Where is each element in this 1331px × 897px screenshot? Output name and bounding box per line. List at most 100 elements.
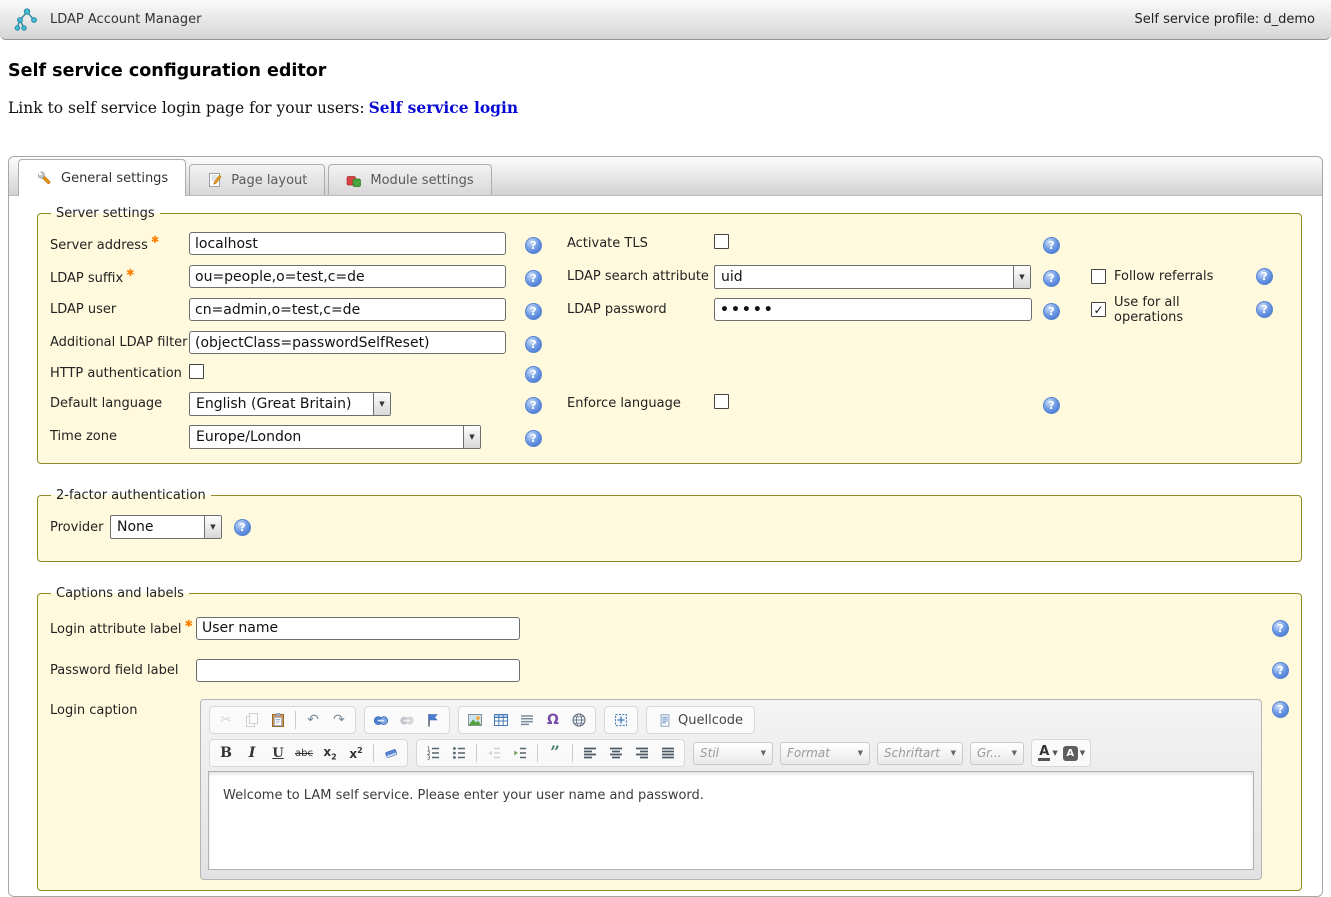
help-icon[interactable]: ?: [525, 430, 542, 447]
italic-button[interactable]: I: [239, 741, 265, 765]
row-server-address: Server address✱ ? Activate TLS ?: [50, 227, 1289, 260]
required-marker: ✱: [126, 268, 134, 279]
maximize-button[interactable]: [608, 708, 634, 732]
help-icon[interactable]: ?: [525, 336, 542, 353]
login-link-text: Link to self service login page for your…: [8, 99, 365, 117]
text-color-button[interactable]: A▼: [1035, 741, 1061, 765]
ldap-suffix-input[interactable]: [189, 265, 506, 288]
special-character-button[interactable]: Ω: [540, 708, 566, 732]
help-icon[interactable]: ?: [1256, 268, 1273, 285]
editor-content-area[interactable]: Welcome to LAM self service. Please ente…: [208, 771, 1254, 870]
dropdown-arrow-icon: ▼: [373, 393, 390, 415]
help-icon[interactable]: ?: [525, 366, 542, 383]
insert-link-button[interactable]: [368, 708, 394, 732]
page-edit-icon: [207, 172, 223, 188]
ldap-user-input[interactable]: [189, 298, 506, 321]
source-code-button[interactable]: Quellcode: [650, 708, 751, 732]
activate-tls-checkbox[interactable]: [714, 234, 729, 249]
time-zone-select[interactable]: Europe/London▼: [189, 425, 481, 449]
login-caption-text: Welcome to LAM self service. Please ente…: [223, 788, 1253, 803]
enforce-language-checkbox[interactable]: [714, 394, 729, 409]
ldap-search-attribute-select[interactable]: uid▼: [714, 265, 1031, 289]
server-address-input[interactable]: [189, 232, 506, 255]
captions-legend: Captions and labels: [51, 586, 189, 601]
anchor-button[interactable]: [420, 708, 446, 732]
help-icon[interactable]: ?: [1272, 662, 1289, 679]
http-authentication-label: HTTP authentication: [50, 366, 189, 381]
provider-select[interactable]: None▼: [110, 515, 222, 539]
remove-link-button[interactable]: [394, 708, 420, 732]
insert-table-button[interactable]: [488, 708, 514, 732]
font-combo[interactable]: Schriftart▼: [877, 742, 963, 765]
help-icon[interactable]: ?: [1272, 701, 1289, 718]
background-color-button[interactable]: A▼: [1061, 741, 1087, 765]
copy-button[interactable]: [239, 708, 265, 732]
self-service-login-link[interactable]: Self service login: [369, 98, 519, 117]
top-bar: LDAP Account Manager Self service profil…: [0, 0, 1331, 40]
help-icon[interactable]: ?: [1043, 270, 1060, 287]
numbered-list-button[interactable]: 123: [420, 741, 446, 765]
numbered-list-icon: 123: [425, 745, 441, 761]
tab-general-settings[interactable]: General settings: [18, 159, 186, 196]
superscript-button[interactable]: x2: [343, 741, 369, 765]
help-icon[interactable]: ?: [525, 270, 542, 287]
iframe-button[interactable]: [566, 708, 592, 732]
use-for-all-operations-checkbox[interactable]: ✓: [1091, 302, 1106, 317]
help-icon[interactable]: ?: [1043, 237, 1060, 254]
remove-format-button[interactable]: [378, 741, 404, 765]
dropdown-arrow-icon: ▼: [204, 516, 221, 538]
align-right-button[interactable]: [629, 741, 655, 765]
help-icon[interactable]: ?: [525, 237, 542, 254]
bulleted-list-button[interactable]: [446, 741, 472, 765]
decrease-indent-button[interactable]: [481, 741, 507, 765]
login-caption-label: Login caption: [50, 699, 196, 718]
underline-button[interactable]: U: [265, 741, 291, 765]
page-title: Self service configuration editor: [8, 61, 1331, 81]
align-justify-button[interactable]: [655, 741, 681, 765]
server-settings-legend: Server settings: [51, 206, 160, 221]
ldap-search-attribute-label: LDAP search attribute: [567, 269, 714, 284]
undo-button[interactable]: ↶: [300, 708, 326, 732]
align-left-button[interactable]: [577, 741, 603, 765]
help-icon[interactable]: ?: [525, 303, 542, 320]
row-default-language: Default language English (Great Britain)…: [50, 387, 1289, 420]
align-justify-icon: [660, 745, 676, 761]
additional-ldap-filter-input[interactable]: [189, 331, 506, 354]
redo-button[interactable]: ↷: [326, 708, 352, 732]
ldap-password-input[interactable]: [714, 298, 1032, 321]
format-combo[interactable]: Format▼: [780, 742, 870, 765]
font-size-combo-label: Gr...: [977, 746, 1002, 760]
tab-bar: General settings Page layout Module sett…: [9, 157, 1322, 196]
subscript-button[interactable]: x2: [317, 741, 343, 765]
bulleted-list-icon: [451, 745, 467, 761]
default-language-select[interactable]: English (Great Britain)▼: [189, 392, 391, 416]
help-icon[interactable]: ?: [1272, 620, 1289, 637]
paste-button[interactable]: [265, 708, 291, 732]
bold-button[interactable]: B: [213, 741, 239, 765]
strikethrough-button[interactable]: abc: [291, 741, 317, 765]
cut-button[interactable]: ✂: [213, 708, 239, 732]
tab-module-settings[interactable]: Module settings: [328, 164, 491, 195]
increase-indent-button[interactable]: [507, 741, 533, 765]
password-field-label-input[interactable]: [196, 659, 520, 682]
http-authentication-checkbox[interactable]: [189, 364, 204, 379]
align-center-button[interactable]: [603, 741, 629, 765]
required-marker: ✱: [184, 619, 192, 630]
tab-page-layout[interactable]: Page layout: [189, 164, 325, 195]
styles-combo[interactable]: Stil▼: [693, 742, 773, 765]
help-icon[interactable]: ?: [1043, 397, 1060, 414]
dropdown-arrow-icon: ▼: [463, 426, 480, 448]
follow-referrals-checkbox[interactable]: [1091, 269, 1106, 284]
horizontal-rule-button[interactable]: [514, 708, 540, 732]
help-icon[interactable]: ?: [1256, 301, 1273, 318]
blockquote-button[interactable]: ”: [542, 741, 568, 765]
font-size-combo[interactable]: Gr...▼: [970, 742, 1024, 765]
help-icon[interactable]: ?: [234, 519, 251, 536]
undo-icon: ↶: [307, 713, 319, 727]
insert-image-button[interactable]: [462, 708, 488, 732]
help-icon[interactable]: ?: [1043, 303, 1060, 320]
tab-label: Page layout: [231, 173, 307, 188]
help-icon[interactable]: ?: [525, 397, 542, 414]
redo-icon: ↷: [333, 713, 345, 727]
login-attribute-label-input[interactable]: [196, 617, 520, 640]
